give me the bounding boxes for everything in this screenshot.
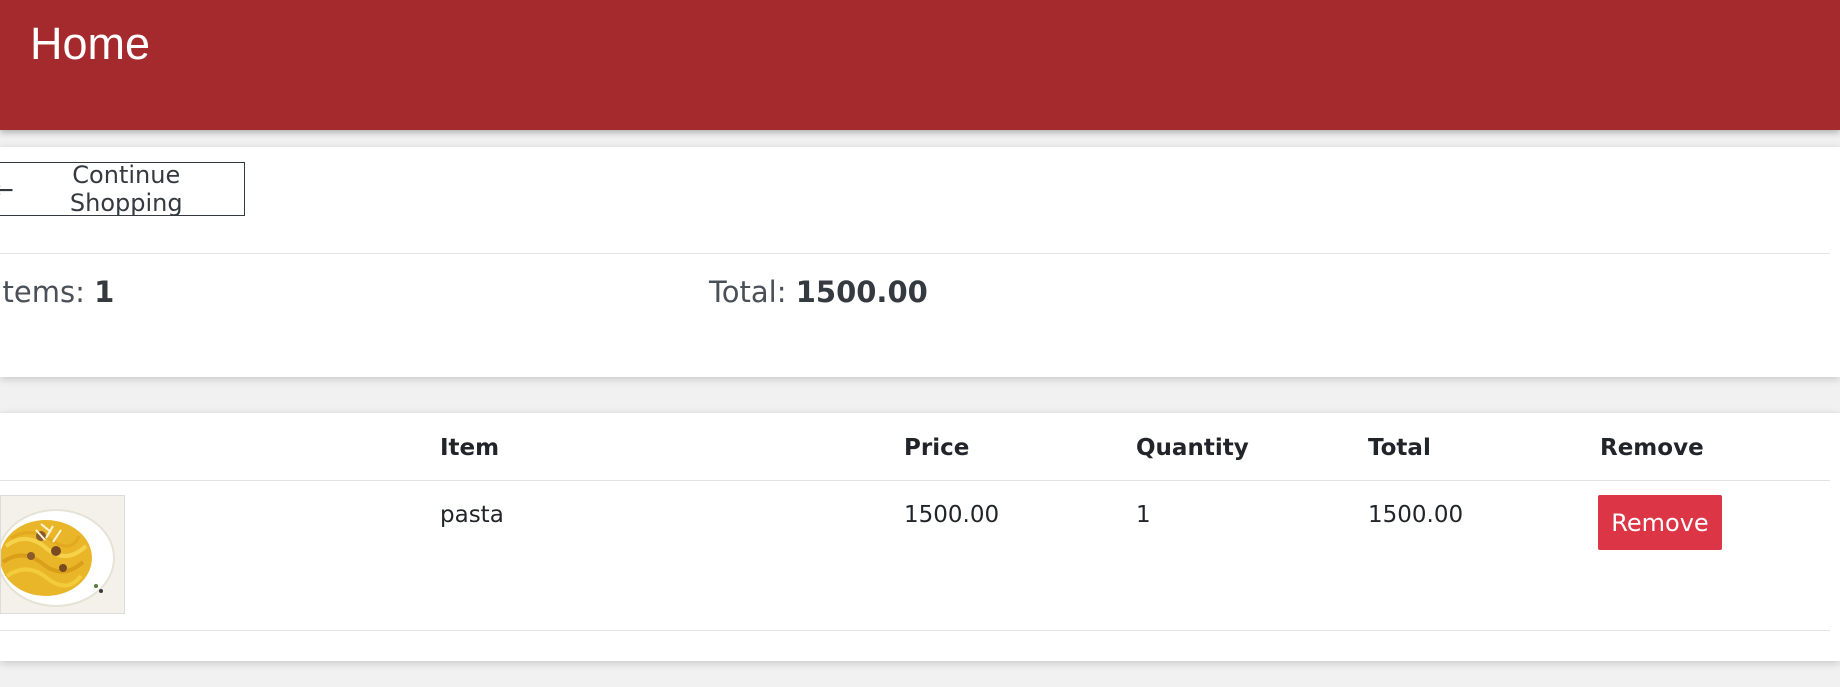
cart-total-text: Total: 1500.00 <box>709 275 928 309</box>
cart-total-value: 1500.00 <box>795 275 928 309</box>
total-label: Total: <box>709 275 787 309</box>
summary-divider <box>0 253 1830 254</box>
column-header-item: Item <box>440 435 500 461</box>
items-label: Items: <box>0 275 85 309</box>
row-item-name: pasta <box>440 502 504 528</box>
pasta-image <box>0 495 125 614</box>
column-header-quantity: Quantity <box>1136 435 1249 461</box>
items-count-value: 1 <box>94 275 115 309</box>
cart-summary-card: ← Continue Shopping Items: 1 Total: 1500… <box>0 147 1840 377</box>
row-total: 1500.00 <box>1368 502 1464 528</box>
continue-shopping-button[interactable]: ← Continue Shopping <box>0 161 245 217</box>
cart-table: Item Price Quantity Total Remove pasta 1… <box>0 413 1840 661</box>
table-row-divider <box>0 630 1830 631</box>
arrow-left-icon: ← <box>0 174 14 204</box>
row-quantity: 1 <box>1136 502 1151 528</box>
column-header-remove: Remove <box>1600 435 1704 461</box>
column-header-price: Price <box>904 435 970 461</box>
column-header-total: Total <box>1368 435 1431 461</box>
page-title[interactable]: Home <box>30 18 150 70</box>
items-count-text: Items: 1 <box>0 275 114 309</box>
row-price: 1500.00 <box>904 502 1000 528</box>
app-header: Home <box>0 0 1840 130</box>
continue-shopping-label: Continue Shopping <box>69 161 183 217</box>
remove-button[interactable]: Remove <box>1598 495 1722 550</box>
table-header-divider <box>0 480 1830 481</box>
